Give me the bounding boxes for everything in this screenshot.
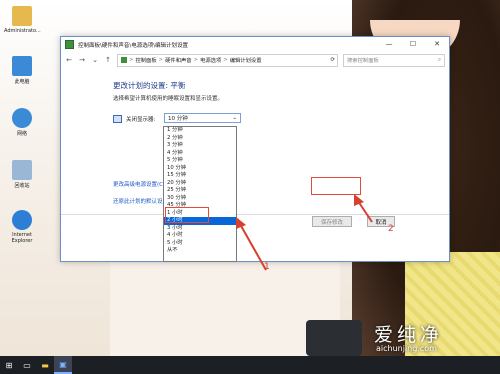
back-arrow-icon[interactable]: ←	[65, 56, 73, 64]
breadcrumb-item[interactable]: 硬件和声音	[165, 56, 192, 64]
watermark-brand: 爱纯净	[374, 324, 444, 346]
desktop-icon-network[interactable]: 网络	[4, 108, 40, 137]
dropdown-option[interactable]: 5 小时	[164, 240, 236, 248]
maximize-button[interactable]: ☐	[401, 37, 425, 52]
page-subtitle: 选择希望计算机使用的睡眠设置和显示设置。	[113, 96, 224, 102]
desktop-icon-label: Administrato...	[4, 28, 41, 34]
dropdown-option[interactable]: 20 分钟	[164, 180, 236, 188]
display-off-select[interactable]: 10 分钟 ⌄	[164, 113, 241, 123]
desktop-icon-computer[interactable]: 此电脑	[4, 56, 40, 85]
monitor-icon	[113, 115, 122, 123]
dropdown-option[interactable]: 3 小时	[164, 225, 236, 233]
taskbar: ⊞ ▭ ▬ ▣	[0, 356, 500, 374]
breadcrumb-separator: >	[129, 57, 134, 63]
control-panel-icon	[65, 40, 74, 49]
breadcrumb-separator: >	[193, 57, 199, 63]
divider	[61, 214, 449, 215]
breadcrumb-separator: >	[223, 57, 228, 63]
control-panel-taskbar-icon[interactable]: ▣	[54, 356, 72, 374]
internet-explorer-icon	[12, 210, 32, 230]
watermark-logo-icon	[306, 320, 362, 356]
page-title: 更改计划的设置: 平衡	[113, 81, 186, 90]
dropdown-option[interactable]: 2 分钟	[164, 135, 236, 143]
minimize-button[interactable]: —	[377, 37, 401, 52]
desktop-icon-user[interactable]: Administrato...	[4, 6, 41, 34]
window-title: 控制面板\硬件和声音\电源选项\编辑计划设置	[78, 42, 189, 49]
display-off-label: 关闭显示器:	[126, 117, 156, 123]
up-arrow-icon[interactable]: ↑	[104, 56, 112, 64]
display-off-row: 关闭显示器:	[113, 115, 155, 123]
watermark-url: aichunjing.com	[376, 344, 437, 353]
save-changes-button[interactable]: 保存修改	[312, 216, 352, 227]
annotation-highlight-save	[311, 177, 361, 195]
start-windows-icon[interactable]: ⊞	[0, 356, 18, 374]
search-icon: ⌕	[438, 56, 441, 63]
display-off-value: 10 分钟	[168, 116, 188, 122]
dropdown-option[interactable]: 10 分钟	[164, 165, 236, 173]
desktop-icon-recycle-bin[interactable]: 回收站	[4, 160, 40, 189]
desktop-icon-label: 网络	[16, 131, 27, 137]
dropdown-option[interactable]: 15 分钟	[164, 172, 236, 180]
watermark: 爱纯净 aichunjing.com	[306, 318, 500, 356]
breadcrumb-item[interactable]: 控制面板	[135, 56, 156, 64]
computer-icon	[12, 56, 32, 76]
search-placeholder: 搜索控制面板	[347, 58, 379, 64]
address-bar[interactable]: > 控制面板 > 硬件和声音 > 电源选项 > 编辑计划设置 ⟳	[117, 53, 338, 67]
title-bar[interactable]: 控制面板\硬件和声音\电源选项\编辑计划设置 — ☐ ✕	[61, 37, 449, 52]
close-button[interactable]: ✕	[425, 37, 449, 52]
control-panel-icon	[121, 57, 127, 63]
dropdown-option[interactable]: 1 分钟	[164, 127, 236, 135]
dropdown-option[interactable]: 25 分钟	[164, 187, 236, 195]
file-explorer-icon[interactable]: ▬	[36, 356, 54, 374]
breadcrumb-item[interactable]: 电源选项	[200, 56, 221, 64]
annotation-highlight-option	[165, 207, 209, 223]
refresh-icon[interactable]: ⟳	[331, 57, 335, 63]
search-input[interactable]: 搜索控制面板 ⌕	[343, 53, 445, 67]
recycle-bin-icon	[12, 160, 32, 180]
dropdown-option[interactable]: 从不	[164, 247, 236, 255]
desktop-icon-label: Internet Explorer	[11, 232, 33, 244]
chevron-down-icon: ⌄	[232, 115, 237, 121]
dropdown-option[interactable]: 4 小时	[164, 232, 236, 240]
task-view-icon[interactable]: ▭	[18, 356, 36, 374]
display-off-dropdown-list: 1 分钟 2 分钟 3 分钟 4 分钟 5 分钟 10 分钟 15 分钟 20 …	[163, 126, 237, 262]
breadcrumb-item[interactable]: 编辑计划设置	[230, 56, 262, 64]
annotation-step-2: 2	[388, 224, 394, 234]
desktop-icon-label: 此电脑	[14, 79, 30, 85]
annotation-step-1: 1	[264, 262, 270, 272]
navigation-bar: ← → ⌄ ↑ > 控制面板 > 硬件和声音 > 电源选项 > 编辑计划设置 ⟳…	[61, 52, 449, 68]
chevron-down-icon[interactable]: ⌄	[91, 56, 99, 64]
advanced-power-settings-link[interactable]: 更改高级电源设置(C)	[113, 180, 165, 188]
dropdown-option[interactable]: 30 分钟	[164, 195, 236, 203]
forward-arrow-icon[interactable]: →	[78, 56, 86, 64]
dropdown-option[interactable]: 4 分钟	[164, 150, 236, 158]
desktop-icon-ie[interactable]: Internet Explorer	[4, 210, 40, 244]
dropdown-option[interactable]: 5 分钟	[164, 157, 236, 165]
network-icon	[12, 108, 32, 128]
desktop-icon-label: 回收站	[14, 183, 30, 189]
dropdown-option[interactable]: 3 分钟	[164, 142, 236, 150]
breadcrumb-separator: >	[158, 57, 164, 63]
user-folder-icon	[12, 6, 32, 26]
